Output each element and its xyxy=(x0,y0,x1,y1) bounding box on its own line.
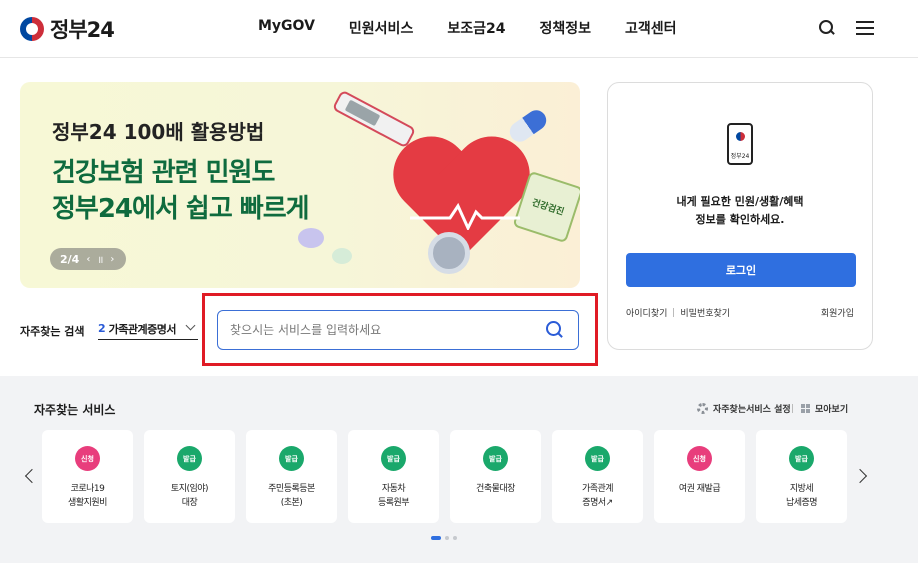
site-logo[interactable]: 정부24 xyxy=(20,14,115,44)
banner-pager: 2/4 ‹ ॥ › xyxy=(50,248,126,270)
service-card-list: 신청 코로나19 생활지원비 발급 토지(임야) 대장 발급 주민등록등본 (초… xyxy=(42,430,847,523)
settings-label: 자주찾는서비스 설정 xyxy=(713,405,791,415)
status-badge: 발급 xyxy=(789,446,814,471)
signup-link[interactable]: 회원가입 xyxy=(821,306,854,319)
status-badge: 발급 xyxy=(177,446,202,471)
login-button[interactable]: 로그인 xyxy=(626,253,856,287)
nav-customer-center[interactable]: 고객센터 xyxy=(625,18,677,38)
find-id-link[interactable]: 아이디찾기 xyxy=(626,306,667,319)
status-badge: 신청 xyxy=(75,446,100,471)
pill-illustration xyxy=(298,228,324,248)
heartbeat-line-illustration xyxy=(410,202,520,230)
search-icon[interactable] xyxy=(818,19,836,37)
service-name: 건축물대장 xyxy=(476,484,515,494)
nav-mygov[interactable]: MyGOV xyxy=(258,18,315,38)
find-password-link[interactable]: 비밀번호찾기 xyxy=(680,306,730,319)
service-name: 주민등록등본 (초본) xyxy=(268,484,315,508)
service-card[interactable]: 발급 건축물대장 xyxy=(450,430,541,523)
carousel-dot[interactable] xyxy=(445,536,449,540)
header-actions xyxy=(818,19,874,37)
nav-policy-info[interactable]: 정책정보 xyxy=(539,18,591,38)
chevron-down-icon xyxy=(185,320,196,331)
frequent-search-term: 가족관계증명서 xyxy=(108,322,177,336)
banner-page-count: 2/4 xyxy=(60,252,80,266)
frequent-services-title: 자주찾는 서비스 xyxy=(34,403,116,417)
frequent-search-rank: 2 xyxy=(98,322,106,335)
search-icon[interactable] xyxy=(546,321,564,339)
service-name: 지방세 납세증명 xyxy=(785,484,818,508)
service-name: 토지(임야) 대장 xyxy=(170,484,209,508)
gear-icon xyxy=(697,403,708,414)
nav-civil-service[interactable]: 민원서비스 xyxy=(349,18,413,38)
status-badge: 발급 xyxy=(279,446,304,471)
service-search-input[interactable] xyxy=(230,320,530,340)
banner-prev-button[interactable]: ‹ xyxy=(86,254,90,265)
chevron-left-icon[interactable] xyxy=(24,468,40,484)
login-message-line1: 내게 필요한 민원/생활/혜택 xyxy=(676,195,804,208)
status-badge: 발급 xyxy=(483,446,508,471)
service-name: 코로나19 생활지원비 xyxy=(68,484,107,508)
service-name: 자동차 등록원부 xyxy=(377,484,410,508)
menu-icon[interactable] xyxy=(856,21,874,35)
frequent-search-dropdown[interactable]: 2 가족관계증명서 xyxy=(98,318,198,340)
banner-pause-button[interactable]: ॥ xyxy=(97,252,103,266)
divider xyxy=(792,404,793,413)
service-card[interactable]: 발급 자동차 등록원부 xyxy=(348,430,439,523)
service-card[interactable]: 발급 지방세 납세증명 xyxy=(756,430,847,523)
service-search-box xyxy=(217,310,579,350)
login-message-line2: 정보를 확인하세요. xyxy=(695,213,785,226)
main-nav: MyGOV 민원서비스 보조금24 정책정보 고객센터 xyxy=(258,18,711,38)
service-card[interactable]: 발급 가족관계 증명서↗ xyxy=(552,430,643,523)
taegeuk-logo-icon xyxy=(20,17,44,41)
service-name: 여권 재발급 xyxy=(678,484,721,494)
mobile-phone-icon: 정부24 xyxy=(727,123,753,165)
banner-title-line1: 건강보험 관련 민원도 xyxy=(52,158,275,188)
status-badge: 발급 xyxy=(381,446,406,471)
banner-subtitle: 정부24 100배 활용방법 xyxy=(52,120,265,144)
link-divider xyxy=(673,308,675,317)
view-all-button[interactable]: 모아보기 xyxy=(801,402,848,415)
banner-next-button[interactable]: › xyxy=(110,254,114,265)
grid-icon xyxy=(801,404,810,413)
site-header: 정부24 MyGOV 민원서비스 보조금24 정책정보 고객센터 xyxy=(0,0,918,58)
service-card[interactable]: 신청 코로나19 생활지원비 xyxy=(42,430,133,523)
account-links: 아이디찾기 비밀번호찾기 xyxy=(626,306,730,319)
carousel-dot[interactable] xyxy=(453,536,457,540)
logo-text: 정부24 xyxy=(50,18,115,42)
status-badge: 신청 xyxy=(687,446,712,471)
carousel-indicator xyxy=(431,536,457,540)
frequent-services-section: 자주찾는 서비스 자주찾는서비스 설정 모아보기 신청 코로나19 생활지원비 … xyxy=(0,376,918,563)
nav-subsidy24[interactable]: 보조금24 xyxy=(447,18,505,38)
status-badge: 발급 xyxy=(585,446,610,471)
service-card[interactable]: 신청 여권 재발급 xyxy=(654,430,745,523)
promo-banner[interactable]: 정부24 100배 활용방법 건강보험 관련 민원도 정부24에서 쉽고 빠르게… xyxy=(20,82,580,288)
login-card: 정부24 내게 필요한 민원/생활/혜택 정보를 확인하세요. 로그인 아이디찾… xyxy=(607,82,873,350)
phone-label: 정부24 xyxy=(730,153,750,160)
carousel-dot-active[interactable] xyxy=(431,536,441,540)
frequent-search-label: 자주찾는 검색 xyxy=(20,325,85,338)
pill-illustration-small xyxy=(332,248,352,264)
frequent-services-settings-button[interactable]: 자주찾는서비스 설정 xyxy=(697,402,791,415)
banner-title-line2: 정부24에서 쉽고 빠르게 xyxy=(52,194,310,224)
service-name: 가족관계 증명서↗ xyxy=(581,484,614,508)
service-card[interactable]: 발급 주민등록등본 (초본) xyxy=(246,430,337,523)
stethoscope-illustration xyxy=(428,232,470,274)
chevron-right-icon[interactable] xyxy=(852,468,868,484)
view-all-label: 모아보기 xyxy=(815,405,849,415)
service-card[interactable]: 발급 토지(임야) 대장 xyxy=(144,430,235,523)
